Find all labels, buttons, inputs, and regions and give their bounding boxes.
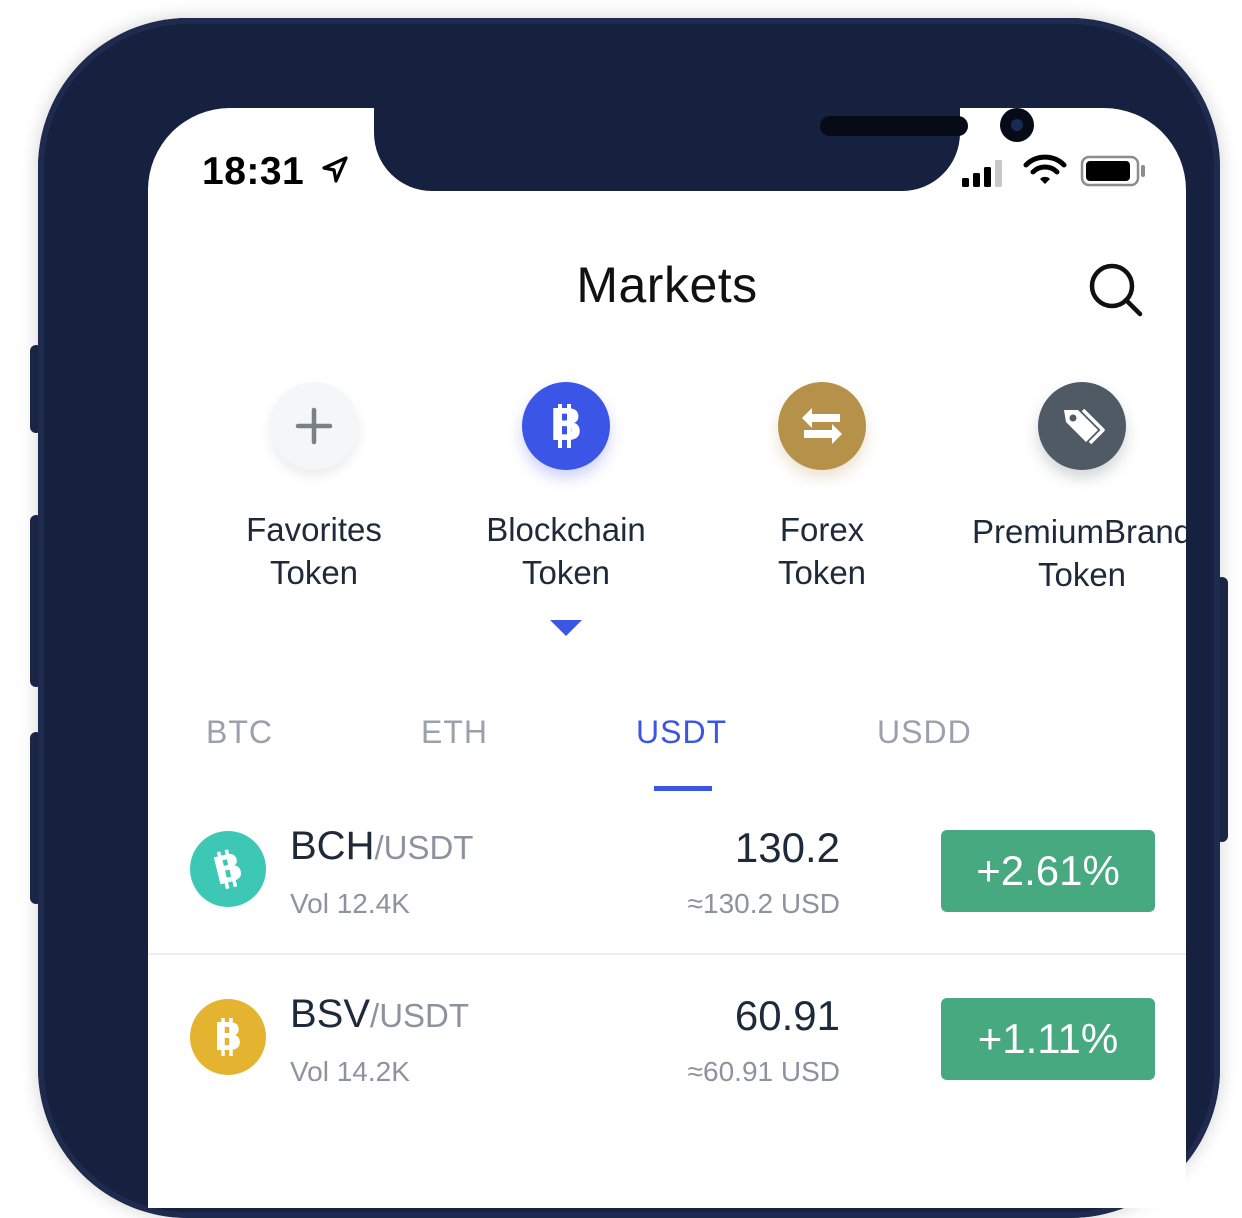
speaker-grille [820,116,968,136]
tag-icon [1064,408,1105,445]
svg-text:B: B [214,1015,243,1059]
category-forex[interactable]: Forex Token [702,382,942,594]
location-arrow-icon [322,156,348,183]
volume-text: Vol 12.4K [290,888,410,919]
price-usd-approx: ≈130.2 USD [687,888,840,919]
category-label-line2: Token [777,554,867,591]
wifi-icon [1023,154,1067,184]
category-selected-indicator [550,620,582,636]
favorites-circle [270,382,358,470]
change-badge[interactable]: +2.61% [941,830,1155,912]
last-price: 60.91 [734,992,840,1039]
tab-usdd[interactable]: USDD [877,714,972,751]
pair-name: BCH/USDT [290,824,473,869]
bch-coin-icon: B [190,831,266,907]
pair-quote: /USDT [374,829,474,866]
cellular-signal-icon [962,160,1002,187]
phone-screen: 18:31 Markets Favorites Token B Blockcha… [148,108,1186,1208]
premiumbrand-circle [1038,382,1126,470]
pair-base: BSV [290,992,371,1036]
page-title: Markets [576,257,758,313]
tab-eth[interactable]: ETH [421,714,488,751]
change-badge[interactable]: +1.11% [941,998,1155,1080]
bitcoin-icon: B [549,401,583,451]
volume-text: Vol 14.2K [290,1056,410,1087]
category-premiumbrand[interactable]: PremiumBrand Token [962,382,1186,596]
exchange-arrows-icon [802,408,842,444]
forex-circle [778,382,866,470]
blockchain-circle: B [522,382,610,470]
phone-frame: 18:31 Markets Favorites Token B Blockcha… [38,18,1220,1218]
category-label-line2: Token [1037,556,1127,593]
front-camera [1000,108,1034,142]
market-row[interactable]: B BSV/USDT Vol 14.2K 60.91 ≈60.91 USD +1… [148,970,1186,1122]
category-blockchain[interactable]: B Blockchain Token [446,382,686,594]
battery-icon [1080,155,1145,187]
bsv-coin-icon: B [190,999,266,1075]
category-label-line2: Token [521,554,611,591]
plus-icon [295,407,333,445]
category-label-line1: Favorites [246,511,382,548]
market-row[interactable]: B BCH/USDT Vol 12.4K 130.2 ≈130.2 USD +2… [148,802,1186,954]
row-divider [148,953,1186,955]
tab-btc[interactable]: BTC [206,714,273,751]
category-label-line2: Token [269,554,359,591]
category-label-line1: Forex [779,511,865,548]
pair-name: BSV/USDT [290,992,469,1037]
status-time: 18:31 [202,150,305,193]
category-label: Forex Token [702,508,942,594]
bitcoin-sv-icon: B [214,1015,243,1059]
tab-usdt[interactable]: USDT [636,714,727,751]
pair-base: BCH [290,824,375,868]
bitcoin-cash-icon: B [209,846,248,892]
pair-quote: /USDT [370,997,470,1034]
category-label-line1: Blockchain [486,511,646,548]
price-usd-approx: ≈60.91 USD [687,1056,840,1087]
category-label: Blockchain Token [446,508,686,594]
category-label: Favorites Token [194,508,434,594]
category-label-line1: PremiumBrand [971,513,1186,550]
notch [374,108,1034,191]
svg-text:B: B [549,401,583,451]
active-tab-underline [654,786,712,791]
category-favorites[interactable]: Favorites Token [194,382,434,594]
category-label: PremiumBrand Token [962,510,1186,596]
last-price: 130.2 [734,824,840,871]
search-icon[interactable] [1086,260,1146,320]
